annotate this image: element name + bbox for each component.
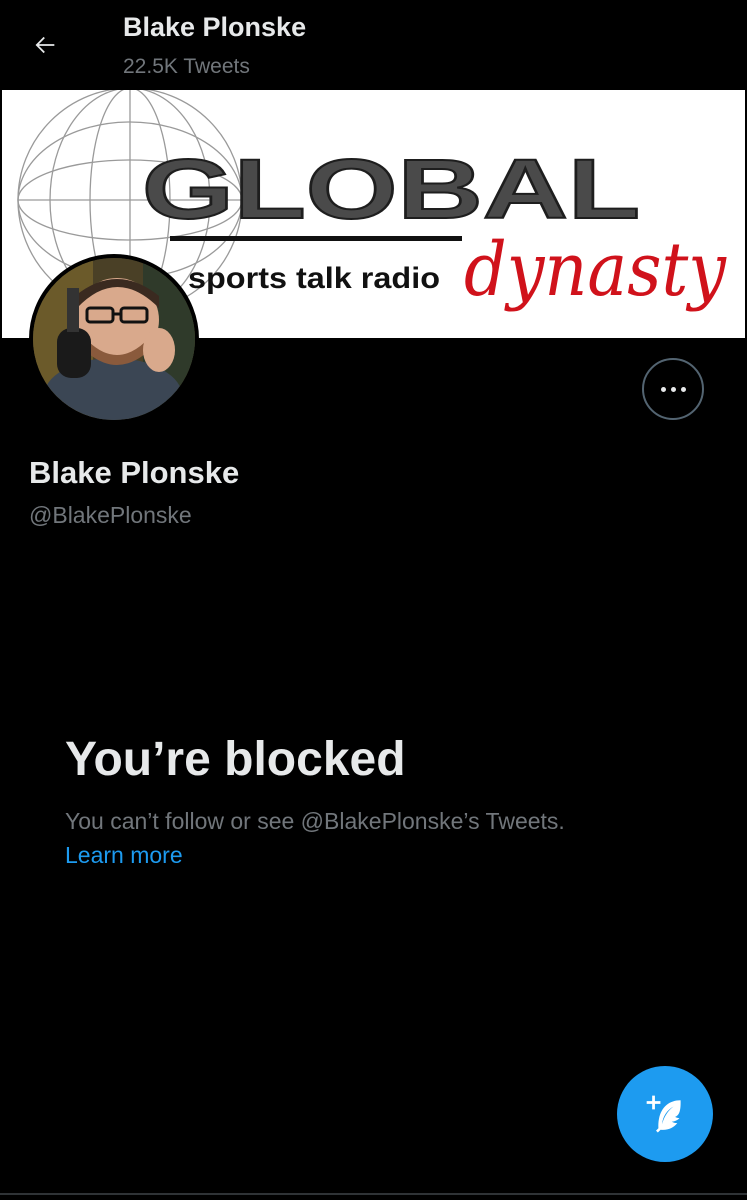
tweet-count: 22.5K Tweets bbox=[123, 55, 250, 78]
profile-handle: @BlakePlonske bbox=[29, 502, 192, 528]
banner-line1: GLOBAL bbox=[142, 142, 640, 236]
compose-tweet-icon bbox=[646, 1095, 681, 1133]
learn-more-link[interactable]: Learn more bbox=[65, 842, 183, 869]
more-horizontal-icon bbox=[660, 386, 686, 392]
banner-line3: dynasty bbox=[464, 227, 727, 313]
header-title: Blake Plonske bbox=[123, 12, 307, 42]
arrow-left-icon bbox=[35, 36, 55, 54]
profile-name: Blake Plonske bbox=[29, 455, 240, 490]
bottom-divider bbox=[0, 1193, 747, 1195]
top-app-bar: Blake Plonske 22.5K Tweets bbox=[0, 0, 747, 90]
blocked-message: You can’t follow or see @BlakePlonske’s … bbox=[65, 808, 565, 834]
back-button[interactable] bbox=[22, 22, 68, 68]
banner-line2: sports talk radio bbox=[188, 262, 440, 295]
more-options-button[interactable] bbox=[642, 358, 704, 420]
compose-tweet-button[interactable] bbox=[617, 1066, 713, 1162]
profile-avatar[interactable] bbox=[29, 254, 199, 424]
blocked-title: You’re blocked bbox=[65, 733, 406, 786]
